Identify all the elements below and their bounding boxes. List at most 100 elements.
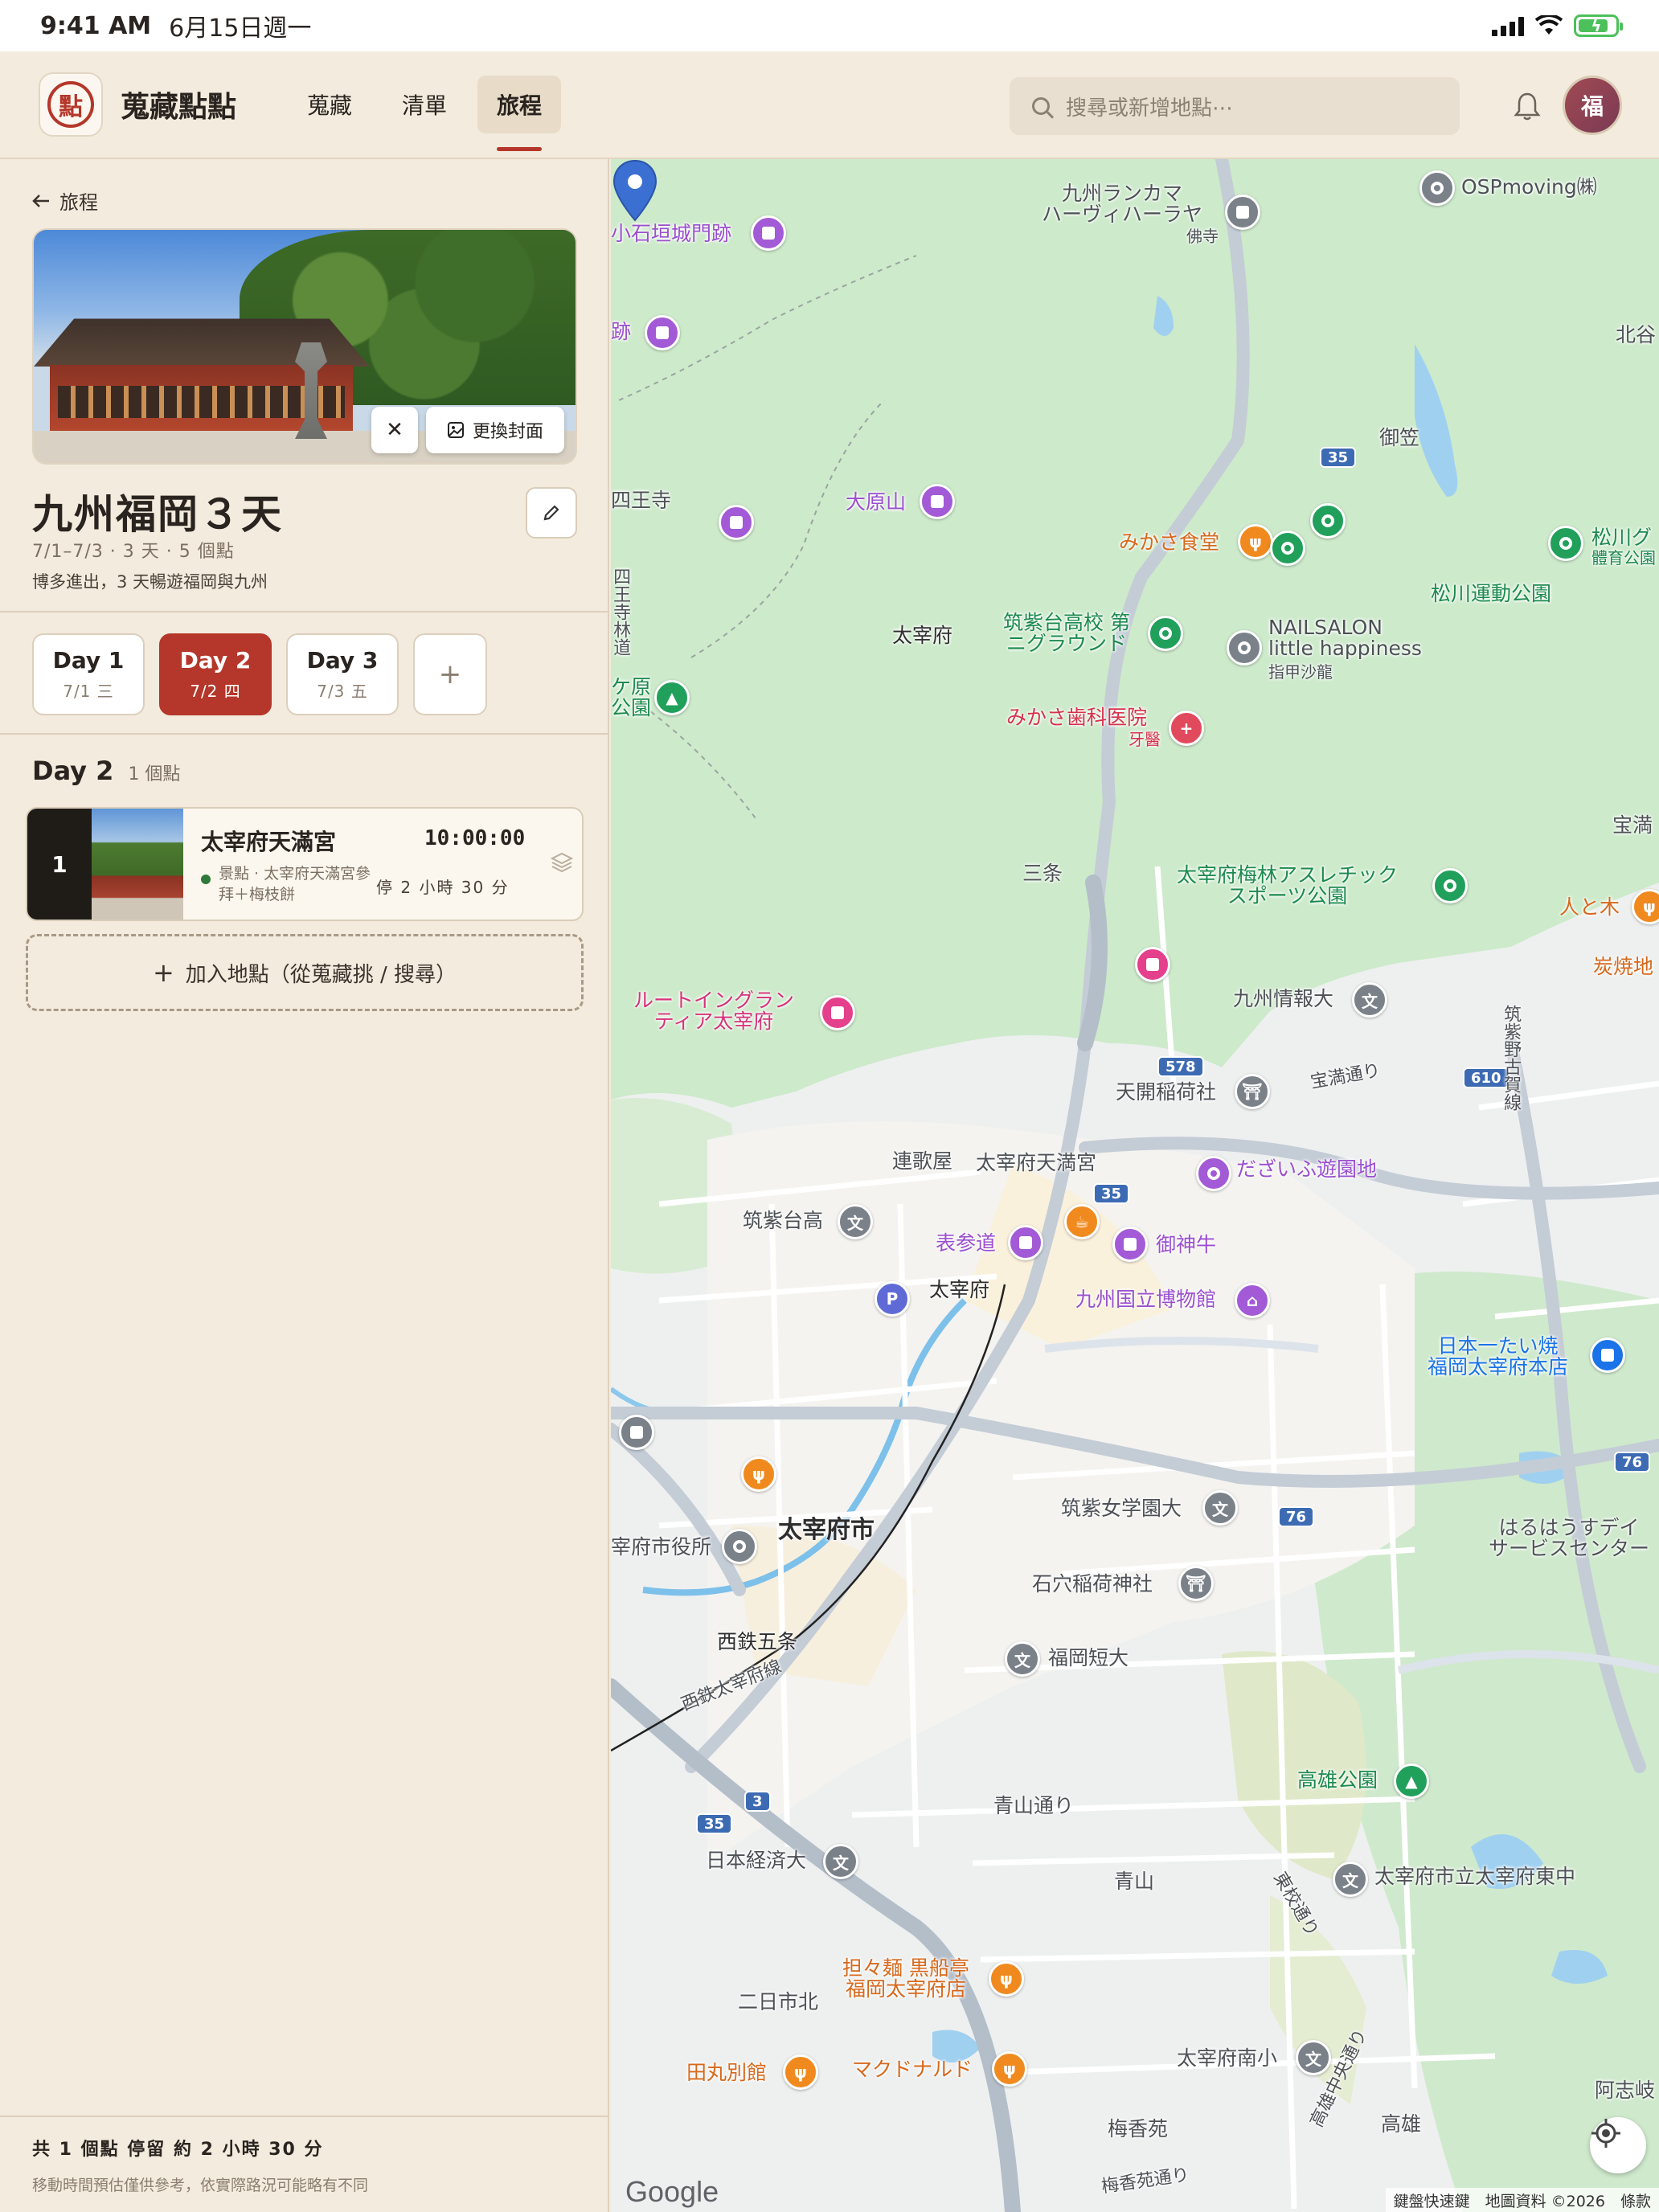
restaurant-pin-icon[interactable]: ψ: [741, 1456, 776, 1492]
map-label: 松川運動公園: [1431, 582, 1552, 605]
bell-icon[interactable]: [1511, 90, 1543, 122]
parking-pin-icon[interactable]: P: [875, 1281, 910, 1317]
map-label: 担々麺 黒船亭 福岡太宰府店: [842, 1956, 969, 2001]
drag-handle-icon[interactable]: [550, 850, 574, 875]
map-label: みかさ歯科医院: [1006, 706, 1148, 729]
park-pin-icon[interactable]: [1270, 530, 1305, 566]
park-pin-icon[interactable]: ▲: [654, 680, 690, 715]
day-heading-count: 1 個點: [128, 764, 181, 784]
restaurant-pin-icon[interactable]: ψ: [1238, 524, 1273, 559]
trip-sidebar: 旅程 ✕ 更換封面 九州福岡３天 7/1–7/3 · 3 天 · 5 個點 博多…: [0, 159, 609, 2212]
map-label: 大原山: [846, 490, 907, 514]
park-pin-icon[interactable]: ▲: [1394, 1763, 1429, 1799]
day-tab-3[interactable]: Day 3 7/3 五: [286, 633, 399, 715]
map-label: 日本一たい焼 福岡太宰府本店: [1428, 1334, 1569, 1379]
map-label: 梅香苑: [1108, 2117, 1169, 2140]
map-view[interactable]: 35 35 35 578 610 76 76 3 九州ランカマ ハーヴィハーラヤ…: [611, 159, 1659, 2212]
category-dot-icon: [201, 875, 211, 884]
app-title: 蒐藏點點: [121, 91, 237, 124]
map-label: 青山: [1114, 1870, 1155, 1893]
restaurant-pin-icon[interactable]: ψ: [992, 2051, 1027, 2087]
search-input[interactable]: 搜尋或新增地點⋯: [1010, 77, 1460, 135]
map-attribution[interactable]: 鍵盤快速鍵 地圖資料 ©2026 條款: [1385, 2188, 1659, 2212]
map-label: 九州国立博物館: [1075, 1288, 1217, 1311]
map-label: 青山通り: [993, 1794, 1075, 1817]
change-cover-button[interactable]: 更換封面: [426, 407, 564, 453]
stop-card[interactable]: 1 太宰府天滿宮 10:00:00 景點 · 太宰府天滿宮參拜＋梅枝餅 停 2 …: [26, 807, 584, 921]
cellular-signal-icon: [1492, 15, 1524, 36]
map-label: 牙醫: [1129, 730, 1161, 749]
attraction-pin-icon[interactable]: [920, 484, 955, 519]
map-label: 筑紫女学園大: [1061, 1497, 1182, 1520]
amusement-pin-icon[interactable]: [1196, 1156, 1231, 1191]
attraction-pin-icon[interactable]: [719, 505, 754, 540]
map-label: 田丸別館: [686, 2061, 768, 2084]
map-label: 三条: [1022, 862, 1063, 885]
temple-pin-icon[interactable]: [1225, 195, 1260, 230]
battery-icon: ϟ: [1574, 14, 1623, 37]
map-label: 二日市北: [738, 1990, 819, 2013]
map-label: 御神牛: [1156, 1233, 1217, 1256]
edit-trip-button[interactable]: [526, 487, 577, 539]
attraction-pin-icon[interactable]: [645, 315, 680, 350]
add-place-button[interactable]: + 加入地點（從蒐藏挑 / 搜尋）: [26, 934, 584, 1011]
park-pin-icon[interactable]: [1310, 503, 1346, 539]
attraction-pin-icon[interactable]: [1008, 1225, 1043, 1260]
museum-pin-icon[interactable]: ⌂: [1235, 1283, 1270, 1318]
place-pin-icon[interactable]: [1227, 630, 1262, 666]
city-hall-pin-icon[interactable]: [722, 1529, 757, 1564]
shrine-pin-icon[interactable]: ⛩: [1235, 1074, 1270, 1109]
map-label: みかさ食堂: [1119, 530, 1220, 554]
park-pin-icon[interactable]: [1148, 616, 1183, 651]
day-tab-2[interactable]: Day 2 7/2 四: [159, 633, 272, 715]
attraction-pin-icon[interactable]: [1112, 1227, 1148, 1262]
park-pin-icon[interactable]: [1432, 868, 1468, 903]
status-bar: 9:41 AM 6月15日週一 ϟ: [0, 0, 1659, 51]
app-logo[interactable]: 點: [39, 72, 103, 137]
plus-icon: +: [152, 957, 174, 988]
restaurant-pin-icon[interactable]: ψ: [989, 1961, 1024, 1997]
user-avatar[interactable]: 福: [1563, 76, 1622, 135]
status-date: 6月15日週一: [169, 14, 312, 43]
shrine-pin-icon[interactable]: ⛩: [1178, 1566, 1214, 1601]
attraction-pin-icon[interactable]: [751, 215, 786, 251]
day-heading: Day 2 1 個點: [32, 756, 180, 786]
map-label: 松川グ: [1591, 526, 1653, 549]
day-tab-1[interactable]: Day 1 7/1 三: [32, 633, 145, 715]
selected-location-pin-icon[interactable]: [611, 159, 659, 223]
school-pin-icon[interactable]: 文: [823, 1844, 858, 1879]
map-label: 四王寺林道: [611, 567, 631, 656]
map-label: 筑紫台高校 第 ニグラウンド: [1003, 611, 1130, 656]
pencil-icon: [543, 505, 559, 521]
map-label: 太宰府天満宮: [976, 1151, 1097, 1174]
tab-trips[interactable]: 旅程: [477, 76, 562, 151]
map-label: マクドナルド: [852, 2058, 973, 2081]
school-pin-icon[interactable]: 文: [1333, 1862, 1368, 1897]
school-pin-icon[interactable]: 文: [1296, 2040, 1331, 2075]
stop-stay-duration: 停 2 小時 30 分: [376, 878, 510, 897]
school-pin-icon[interactable]: 文: [1005, 1641, 1040, 1677]
remove-cover-button[interactable]: ✕: [371, 407, 418, 453]
school-pin-icon[interactable]: 文: [838, 1204, 873, 1239]
temple-pin-icon[interactable]: [619, 1415, 654, 1450]
cafe-pin-icon[interactable]: ☕: [1064, 1204, 1100, 1239]
map-label: 人と木: [1559, 895, 1620, 919]
hotel-pin-icon[interactable]: [820, 995, 855, 1030]
school-pin-icon[interactable]: 文: [1352, 982, 1387, 1018]
dental-pin-icon[interactable]: +: [1169, 711, 1204, 746]
park-pin-icon[interactable]: [1548, 526, 1583, 561]
hotel-pin-icon[interactable]: [1135, 947, 1170, 982]
tab-collection[interactable]: 蒐藏: [288, 76, 371, 133]
restaurant-pin-icon[interactable]: ψ: [783, 2054, 818, 2090]
google-logo: Google: [625, 2175, 719, 2208]
day-tab-date: 7/3 五: [317, 682, 368, 701]
add-day-button[interactable]: +: [413, 633, 487, 715]
my-location-button[interactable]: [1590, 2117, 1646, 2173]
search-icon: [1032, 97, 1050, 115]
tab-lists[interactable]: 清單: [383, 76, 466, 133]
back-to-trips-link[interactable]: 旅程: [32, 186, 98, 215]
store-pin-icon[interactable]: [1590, 1337, 1625, 1373]
stop-time[interactable]: 10:00:00: [424, 826, 525, 850]
place-pin-icon[interactable]: [1419, 170, 1455, 206]
school-pin-icon[interactable]: 文: [1202, 1490, 1238, 1526]
